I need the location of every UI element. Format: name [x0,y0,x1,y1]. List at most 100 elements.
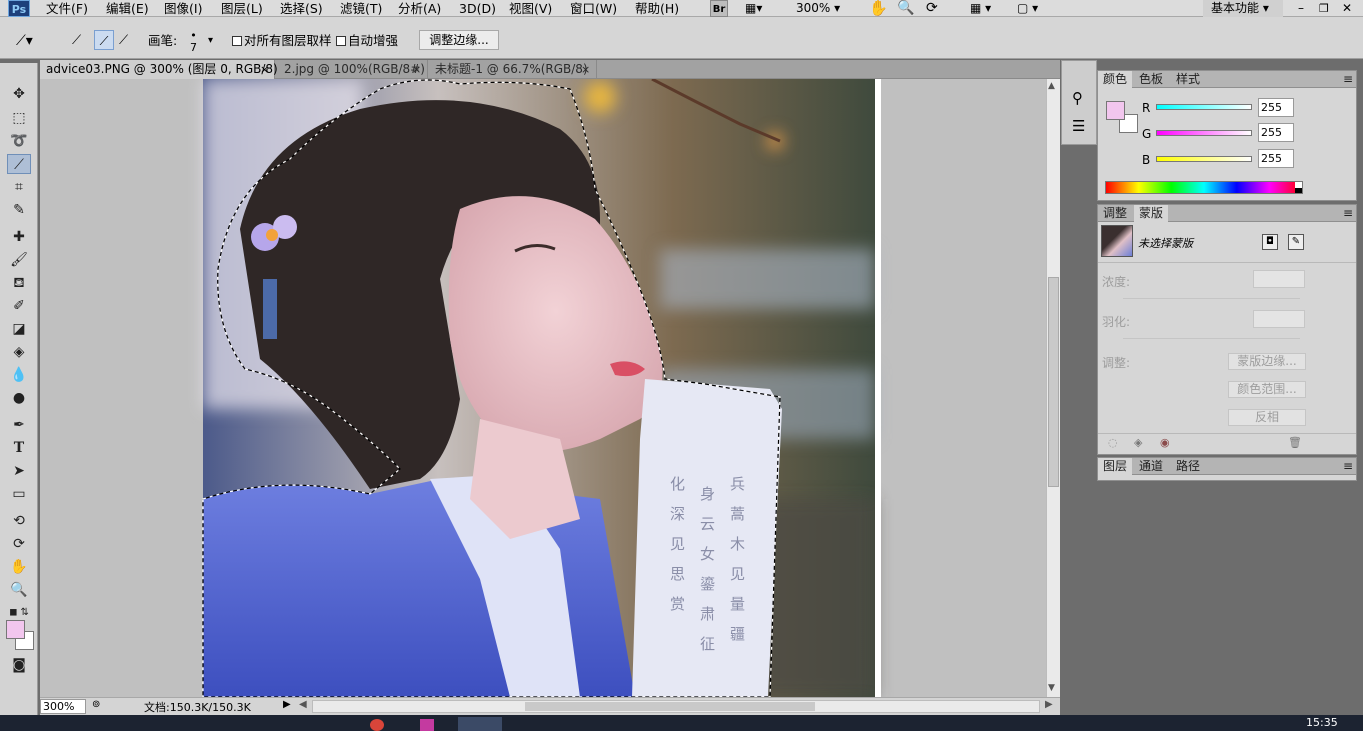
zoom-icon[interactable]: 🔍 [897,0,914,17]
apply-mask-icon[interactable]: ◈ [1134,436,1142,449]
zoom-level-dropdown[interactable]: 300% ▾ [796,0,840,17]
pixel-mask-icon[interactable]: ◘ [1262,234,1278,250]
bridge-button[interactable]: Br [710,0,728,17]
g-slider[interactable] [1156,130,1252,136]
path-selection-tool-icon[interactable]: ➤ [7,461,31,481]
tab-adjustments[interactable]: 调整 [1098,205,1132,222]
tab-channels[interactable]: 通道 [1134,458,1168,475]
rectangle-tool-icon[interactable]: ▭ [7,484,31,504]
crop-tool-icon[interactable]: ⌗ [7,177,31,197]
new-selection-icon[interactable]: ⟋ [72,17,81,65]
taskbar-chrome-icon[interactable] [370,719,384,731]
panel-menu-icon[interactable]: ≡ [1338,71,1358,88]
refine-edge-button[interactable]: 调整边缘... [419,30,499,50]
zoom-tool-icon[interactable]: 🔍 [7,580,31,600]
tab-masks[interactable]: 蒙版 [1134,205,1169,222]
tab-close-icon[interactable]: × [260,60,269,79]
brush-tool-icon[interactable]: 🖌 [7,250,31,270]
menu-layer[interactable]: 图层(L) [221,0,263,17]
b-value-field[interactable]: 255 [1258,149,1294,168]
horizontal-scroll-thumb[interactable] [525,702,815,711]
tab-2jpg[interactable]: 2.jpg @ 100%(RGB/8#) × [278,60,428,79]
hand-tool-icon[interactable]: ✋ [7,557,31,577]
blur-tool-icon[interactable]: 💧 [7,365,31,385]
density-field[interactable] [1253,270,1305,288]
tab-close-icon[interactable]: × [412,60,421,79]
load-selection-icon[interactable]: ◌ [1108,436,1118,449]
tab-close-icon[interactable]: × [581,60,590,79]
tab-untitled[interactable]: 未标题-1 @ 66.7%(RGB/8) × [429,60,597,79]
add-to-selection-icon[interactable]: ⟋ [94,30,114,50]
workspace-switcher[interactable]: 基本功能 ▾ [1203,0,1283,17]
type-tool-icon[interactable]: T [7,438,31,458]
feather-field[interactable] [1253,310,1305,328]
zoom-field[interactable]: 300% [40,699,86,714]
brush-size-picker[interactable]: • 7 [190,30,197,54]
screen-mode-icon[interactable]: ▢ ▾ [1017,0,1038,17]
paint-bucket-tool-icon[interactable]: ◈ [7,342,31,362]
tab-swatches[interactable]: 色板 [1134,71,1168,88]
foreground-color-box[interactable] [1106,101,1125,120]
eyedropper-tool-icon[interactable]: ✎ [7,200,31,220]
menu-view[interactable]: 视图(V) [509,0,552,17]
foreground-color-swatch[interactable] [6,620,25,639]
close-icon[interactable]: ✕ [1342,0,1352,17]
tab-advice03[interactable]: advice03.PNG @ 300% (图层 0, RGB/8) × [40,60,278,79]
3d-orbit-tool-icon[interactable]: ⟳ [7,534,31,554]
menu-help[interactable]: 帮助(H) [635,0,679,17]
menu-filter[interactable]: 滤镜(T) [340,0,382,17]
scroll-thumb[interactable] [1048,277,1059,487]
restore-icon[interactable]: ❐ [1319,0,1329,17]
menu-select[interactable]: 选择(S) [280,0,323,17]
delete-mask-icon[interactable]: 🗑 [1288,436,1302,449]
sample-all-layers-checkbox[interactable]: 对所有图层取样 [232,17,332,65]
taskbar-photoshop-button[interactable] [458,717,502,731]
tab-color[interactable]: 颜色 [1098,71,1133,88]
minimize-icon[interactable]: – [1298,0,1304,17]
tab-paths[interactable]: 路径 [1171,458,1205,475]
pen-tool-icon[interactable]: ✒ [7,415,31,435]
color-range-button[interactable]: 颜色范围... [1228,381,1306,398]
quick-selection-tool-icon[interactable]: ⟋ [7,154,31,174]
3d-rotate-tool-icon[interactable]: ⟲ [7,511,31,531]
scroll-up-icon[interactable]: ▲ [1048,81,1055,91]
vector-mask-icon[interactable]: ✎ [1288,234,1304,250]
menu-file[interactable]: 文件(F) [46,0,88,17]
quick-mask-icon[interactable]: ◙ [7,655,31,675]
menu-analysis[interactable]: 分析(A) [398,0,441,17]
disable-mask-icon[interactable]: ◉ [1160,436,1170,449]
horizontal-scrollbar[interactable] [312,700,1040,713]
vertical-scrollbar[interactable]: ▲ ▼ [1046,79,1060,697]
scroll-right-icon[interactable]: ▶ [1045,699,1053,710]
menu-edit[interactable]: 编辑(E) [106,0,149,17]
status-preview-icon[interactable]: ⊚ [92,699,100,710]
taskbar-app-icon[interactable] [420,719,434,731]
invert-button[interactable]: 反相 [1228,409,1306,426]
feather-slider[interactable] [1123,338,1300,339]
marquee-tool-icon[interactable]: ⬚ [7,108,31,128]
hand-icon[interactable]: ✋ [869,0,888,17]
r-slider[interactable] [1156,104,1252,110]
tab-styles[interactable]: 样式 [1171,71,1205,88]
move-tool-icon[interactable]: ✥ [7,84,31,104]
subtract-from-selection-icon[interactable]: ⟋ [119,17,128,65]
brush-dropdown-icon[interactable]: ▾ [208,17,213,65]
document-image[interactable]: 化深见思赏 身云女鎏肃征 兵蒿木见量疆 [40,79,1046,697]
lasso-tool-icon[interactable]: ➰ [7,131,31,151]
view-extras-icon[interactable]: ▦▾ [745,0,762,17]
panel-menu-icon[interactable]: ≡ [1338,205,1358,222]
menu-image[interactable]: 图像(I) [164,0,202,17]
b-slider[interactable] [1156,156,1252,162]
g-value-field[interactable]: 255 [1258,123,1294,142]
eraser-tool-icon[interactable]: ◪ [7,319,31,339]
history-brush-tool-icon[interactable]: ✐ [7,296,31,316]
clone-stamp-tool-icon[interactable]: ⛾ [7,273,31,293]
auto-enhance-checkbox[interactable]: 自动增强 [336,17,398,65]
density-slider[interactable] [1123,298,1300,299]
tab-layers[interactable]: 图层 [1098,458,1133,475]
status-menu-icon[interactable]: ▶ [283,699,291,710]
panel-menu-icon[interactable]: ≡ [1338,458,1358,475]
actions-panel-icon[interactable]: ☰ [1072,117,1085,135]
color-ramp[interactable] [1105,181,1303,194]
scroll-down-icon[interactable]: ▼ [1048,683,1055,693]
